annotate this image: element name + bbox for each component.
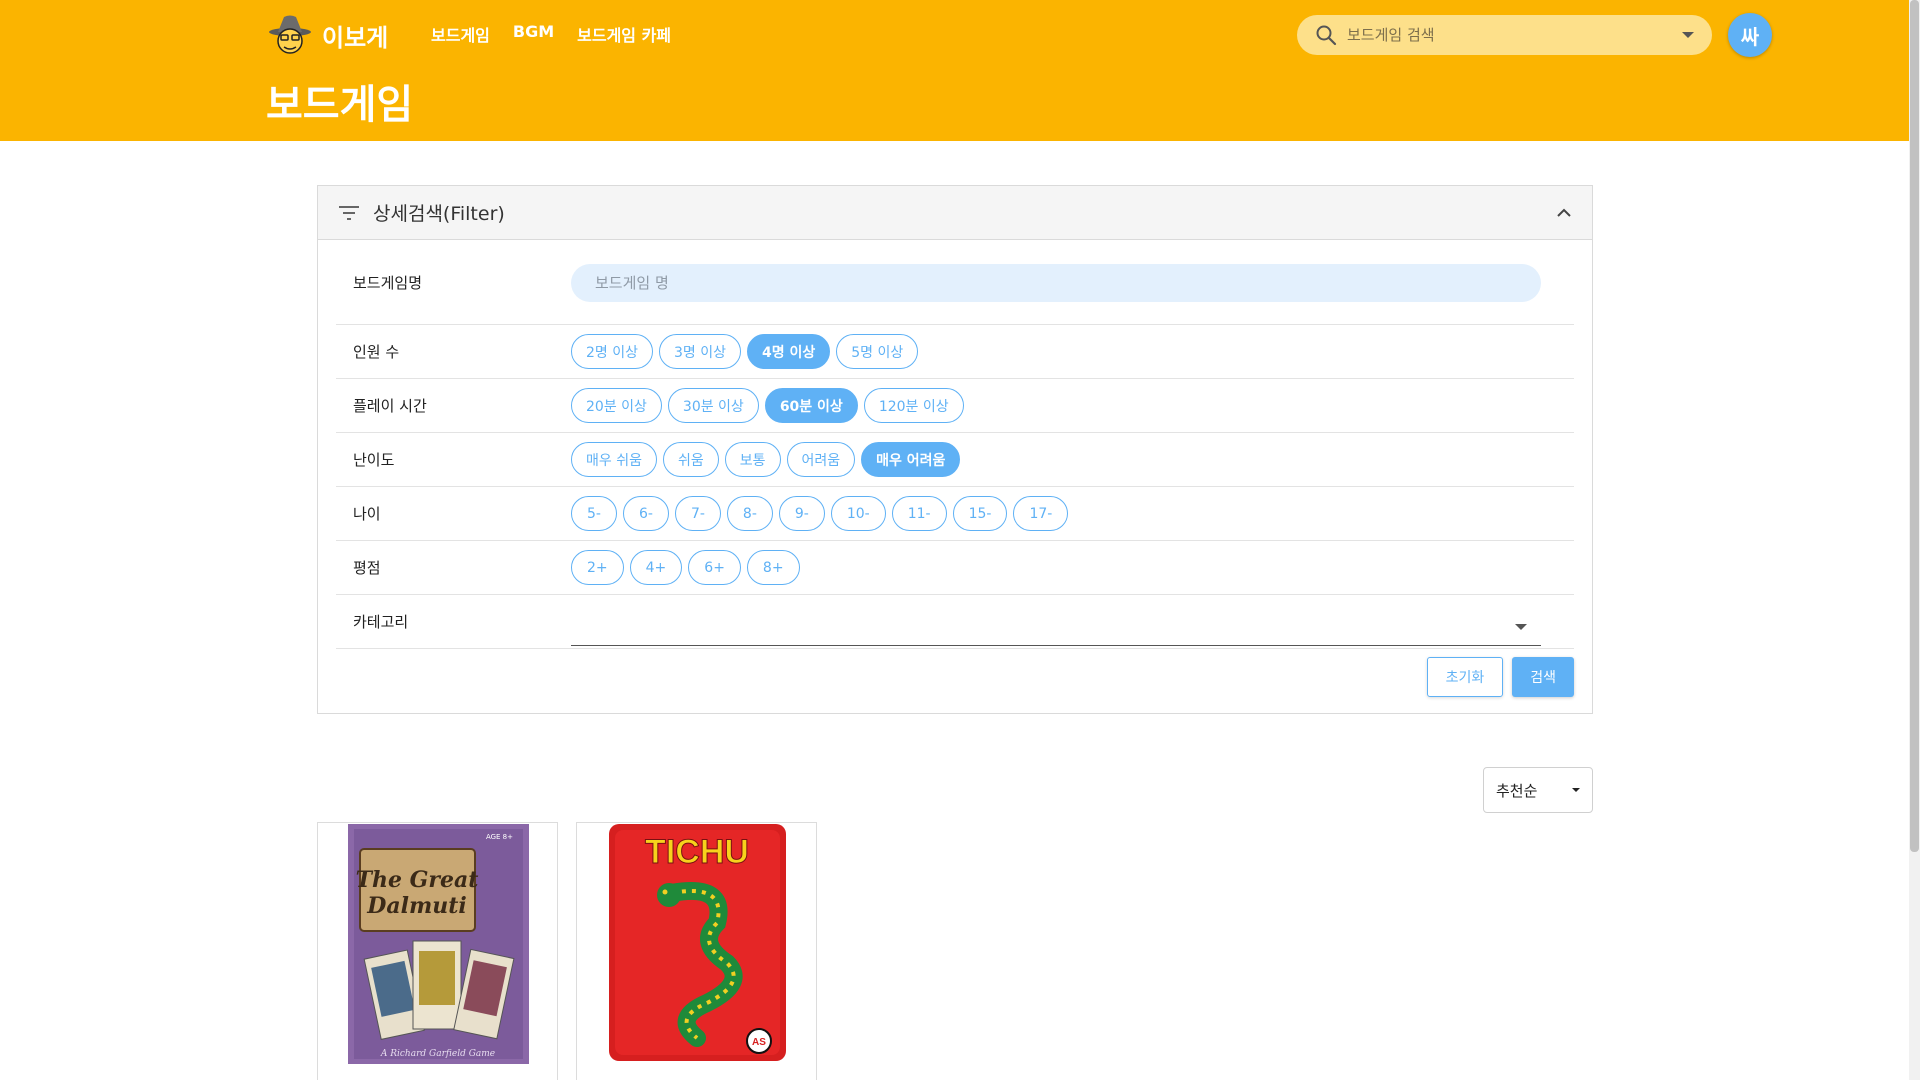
publisher-logo-text: AS xyxy=(752,1037,766,1048)
chip-age-7[interactable]: 7- xyxy=(674,496,721,531)
filter-row-playtime: 플레이 시간 20분 이상 30분 이상 60분 이상 120분 이상 xyxy=(336,379,1574,433)
logo[interactable]: 이보게 xyxy=(268,14,388,56)
chevron-up-icon[interactable] xyxy=(1556,208,1572,218)
user-avatar[interactable]: 싸 xyxy=(1728,13,1772,57)
filter-row-category: 카테고리 xyxy=(336,595,1574,649)
filter-panel: 상세검색(Filter) 보드게임명 인원 수 2명 이상 3명 이상 4명 이… xyxy=(317,185,1593,714)
row-label: 난이도 xyxy=(353,451,395,469)
nav-boardgame-cafe[interactable]: 보드게임 카페 xyxy=(577,22,671,46)
chip-age-10[interactable]: 10- xyxy=(830,496,886,531)
search-input[interactable] xyxy=(1347,26,1682,44)
chip-playtime-30[interactable]: 30분 이상 xyxy=(667,388,759,423)
sort-select[interactable]: 추천순 xyxy=(1483,767,1593,813)
chip-age-5[interactable]: 5- xyxy=(571,496,617,531)
chip-age-17[interactable]: 17- xyxy=(1013,496,1069,531)
category-dropdown-icon[interactable] xyxy=(1515,623,1527,630)
cover-title-line1: The Great xyxy=(356,867,479,893)
filter-header[interactable]: 상세검색(Filter) xyxy=(318,186,1592,240)
filter-title: 상세검색(Filter) xyxy=(373,203,505,225)
search-bar[interactable] xyxy=(1297,15,1712,55)
wizard-hat-logo-icon xyxy=(269,15,311,54)
search-dropdown-icon[interactable] xyxy=(1682,32,1694,38)
row-label: 보드게임명 xyxy=(353,274,423,292)
chip-difficulty-easy[interactable]: 쉬움 xyxy=(662,442,719,477)
cover-title: TICHU xyxy=(645,833,749,871)
chip-age-6[interactable]: 6- xyxy=(622,496,669,531)
sort-value: 추천순 xyxy=(1496,781,1538,800)
chip-rating-6[interactable]: 6+ xyxy=(688,550,741,585)
game-card[interactable]: The Great Dalmuti AGE 8+ A Richard Garfi… xyxy=(317,822,558,1080)
page-title: 보드게임 xyxy=(266,82,414,128)
chip-rating-4[interactable]: 4+ xyxy=(629,550,683,585)
row-label: 플레이 시간 xyxy=(353,397,427,415)
chip-playtime-120[interactable]: 120분 이상 xyxy=(863,388,964,423)
main-nav: 보드게임 BGM 보드게임 카페 xyxy=(431,22,671,46)
logo-text: 이보게 xyxy=(322,23,389,52)
search-button[interactable]: 검색 xyxy=(1512,657,1574,697)
chip-players-4[interactable]: 4명 이상 xyxy=(747,334,831,369)
chip-difficulty-very-easy[interactable]: 매우 쉬움 xyxy=(571,442,657,477)
chip-players-3[interactable]: 3명 이상 xyxy=(659,334,741,369)
game-card[interactable]: TICHU AS xyxy=(576,822,817,1080)
boardgame-name-input[interactable] xyxy=(571,263,1541,302)
category-select[interactable] xyxy=(571,608,1541,646)
filter-row-players: 인원 수 2명 이상 3명 이상 4명 이상 5명 이상 xyxy=(336,325,1574,379)
great-dalmuti-cover-image: The Great Dalmuti AGE 8+ A Richard Garfi… xyxy=(348,824,529,1064)
chip-age-11[interactable]: 11- xyxy=(891,496,947,531)
cover-age-badge: AGE 8+ xyxy=(486,833,513,841)
row-label: 나이 xyxy=(353,505,381,523)
chip-difficulty-hard[interactable]: 어려움 xyxy=(786,442,856,477)
filter-icon xyxy=(339,205,359,220)
chip-age-8[interactable]: 8- xyxy=(726,496,773,531)
scrollbar-thumb[interactable] xyxy=(1910,0,1919,852)
nav-boardgame[interactable]: 보드게임 xyxy=(431,22,490,46)
search-icon xyxy=(1316,25,1337,46)
reset-button[interactable]: 초기화 xyxy=(1426,657,1504,697)
chip-age-9[interactable]: 9- xyxy=(778,496,825,531)
chip-players-2[interactable]: 2명 이상 xyxy=(571,334,653,369)
filter-row-rating: 평점 2+ 4+ 6+ 8+ xyxy=(336,541,1574,595)
chip-players-5[interactable]: 5명 이상 xyxy=(836,334,919,369)
nav-bgm[interactable]: BGM xyxy=(513,22,554,46)
chip-difficulty-very-hard[interactable]: 매우 어려움 xyxy=(861,442,961,477)
filter-row-age: 나이 5- 6- 7- 8- 9- 10- 11- 15- 17- xyxy=(336,487,1574,541)
filter-actions: 초기화 검색 xyxy=(1426,657,1574,697)
row-label: 평점 xyxy=(353,559,381,577)
row-label: 카테고리 xyxy=(353,613,409,631)
top-header: 이보게 보드게임 BGM 보드게임 카페 보드게임 싸 xyxy=(0,0,1909,141)
chip-difficulty-normal[interactable]: 보통 xyxy=(724,442,781,477)
tichu-cover-image: TICHU AS xyxy=(609,824,786,1061)
cover-author: A Richard Garfield Game xyxy=(380,1049,495,1059)
filter-rows: 보드게임명 인원 수 2명 이상 3명 이상 4명 이상 5명 이상 플레이 시… xyxy=(336,241,1574,649)
chip-age-15[interactable]: 15- xyxy=(952,496,1008,531)
row-label: 인원 수 xyxy=(353,343,400,361)
chip-rating-8[interactable]: 8+ xyxy=(746,550,800,585)
chip-playtime-20[interactable]: 20분 이상 xyxy=(571,388,662,423)
cover-title-line2: Dalmuti xyxy=(366,893,466,919)
chip-playtime-60[interactable]: 60분 이상 xyxy=(764,388,858,423)
chip-rating-2[interactable]: 2+ xyxy=(571,550,624,585)
filter-row-name: 보드게임명 xyxy=(336,241,1574,325)
sort-dropdown-icon xyxy=(1572,788,1580,792)
filter-row-difficulty: 난이도 매우 쉬움 쉬움 보통 어려움 매우 어려움 xyxy=(336,433,1574,487)
